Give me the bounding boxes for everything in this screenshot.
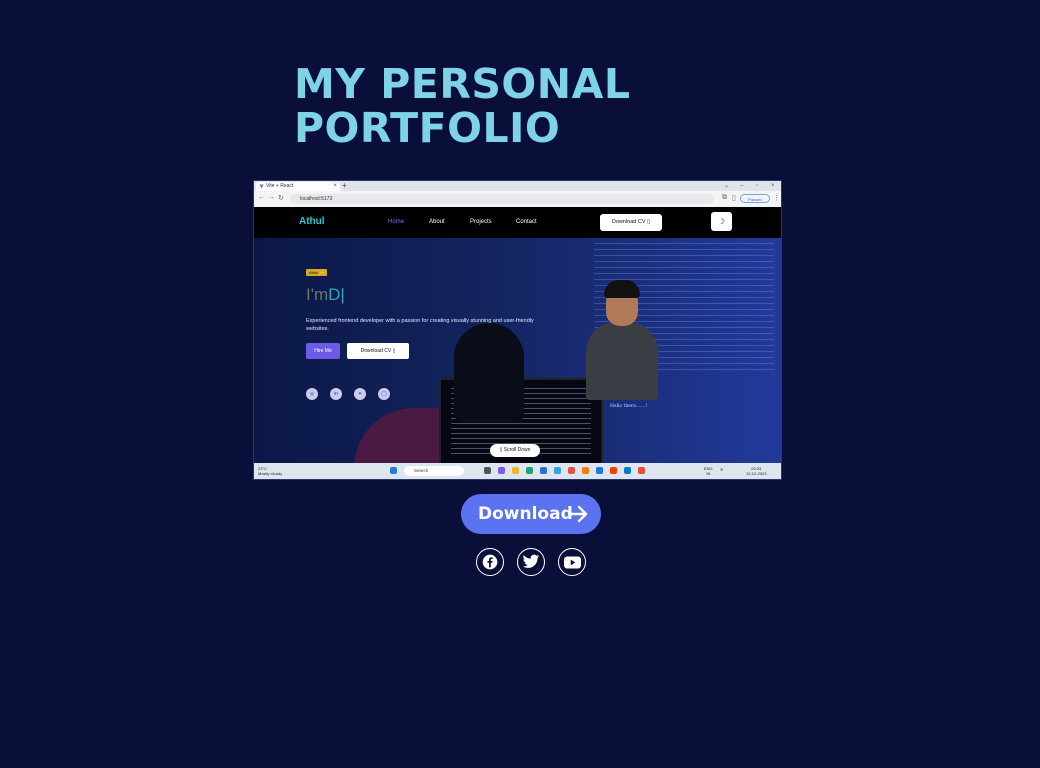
language-indicator: ENG IN [704,466,713,476]
address-url: localhost:5173 [300,196,333,202]
nav-projects: Projects [470,219,492,225]
minimize-icon: – [740,183,744,189]
hire-me-button: Hire Me [306,343,340,359]
chevron-down-icon: ⌄ [724,183,730,189]
weather-widget: 23°C Mostly cloudy [258,466,282,476]
file-explorer-icon [512,467,519,474]
sidebar-icon: ▯ [732,195,736,202]
vscode-icon [624,467,631,474]
browser-toolbar: ← → ↻ localhost:5173 ⧉ ▯ Paused ⋮ [254,191,781,207]
twitter-link[interactable] [517,548,545,576]
forward-icon: → [268,194,275,201]
page-title-line-1: MY PERSONAL [294,60,631,108]
hero-download-cv: Download CV ▯ [347,343,409,359]
nav-home: Home [388,219,405,225]
hero-typing-prefix: I'm [306,285,329,304]
tab-close-icon: × [333,183,337,189]
chrome-icon [638,467,645,474]
hero-typing-text: D| [328,285,345,304]
more-icon: ⋮ [773,195,780,202]
vite-icon [259,184,264,189]
file-icon: ▯ [392,348,396,354]
facebook-icon [482,554,498,570]
scroll-down-label: Scroll Down [503,447,531,453]
address-bar: localhost:5173 [290,194,714,204]
brave-icon [610,467,617,474]
hero-description: Experienced frontend developer with a pa… [306,318,534,332]
nav-download-cv-label: Download CV [611,219,646,225]
teams-icon [498,467,505,474]
task-view-icon [484,467,491,474]
theme-toggle: ☽ [711,212,732,231]
download-button[interactable]: Download [461,494,601,534]
scroll-down-button: ▯ Scroll Down [490,444,540,457]
instagram-icon: ◎ [306,388,318,400]
page-title-line-2: PORTFOLIO [294,104,561,152]
new-tab-icon: + [342,181,347,190]
hero-typing: I'mD| [306,285,345,305]
page-title: MY PERSONAL PORTFOLIO [294,62,630,150]
browser-tab-title: Vite + React [266,183,294,189]
extensions-icon: ⧉ [722,194,727,201]
site-brand: Athul [299,216,325,227]
profile-badge: Paused [740,194,770,203]
window-close-icon: × [771,183,775,189]
download-label: Download [478,504,573,524]
youtube-link[interactable] [558,548,586,576]
hero-download-cv-label: Download CV [360,348,392,354]
back-icon: ← [258,194,265,201]
hero-badge: Athul ✨ [306,269,328,276]
nav-contact: Contact [516,219,537,225]
facebook-app-icon [596,467,603,474]
wifi-icon: ≋ [720,467,724,472]
taskbar: 23°C Mostly cloudy Search ENG IN ≋ 09:33… [254,463,781,479]
nav-download-cv: Download CV ▯ [600,214,662,231]
portfolio-screenshot: Vite + React × + ⌄ – ▫ × ← → ↻ localhost… [254,181,781,479]
clock-date: 12-12-2023 [746,471,767,476]
language-region: IN [706,471,711,476]
firefox-icon [582,467,589,474]
file-icon: ▯ [647,219,651,225]
twitter-icon: ✦ [354,388,366,400]
arrow-right-icon [567,505,588,523]
mouse-icon: ▯ [499,447,503,453]
developer-head [454,323,524,423]
reload-icon: ↻ [278,195,284,202]
store-icon [540,467,547,474]
github-icon: ◯ [378,388,390,400]
maximize-icon: ▫ [756,183,759,189]
site-hero: Athul ✨ I'mD| Experienced frontend devel… [254,238,781,463]
photo-caption: Hello there.......! [610,404,648,409]
facebook-link[interactable] [476,548,504,576]
youtube-icon [563,555,581,569]
taskbar-search: Search [404,466,464,476]
browser-tab: Vite + React × [256,182,340,191]
mail-icon [568,467,575,474]
browser-tab-strip: Vite + React × + ⌄ – ▫ × [254,181,781,191]
linkedin-icon: in [330,388,342,400]
weather-desc: Mostly cloudy [258,471,283,476]
windows-start-icon [390,467,397,474]
nav-about: About [429,219,445,225]
site-navbar: Athul Home About Projects Contact Downlo… [254,207,781,238]
profile-photo [584,278,659,400]
twitter-icon [522,554,540,568]
edge-icon [526,467,533,474]
clock: 09:33 12-12-2023 [746,466,766,476]
app-icon [554,467,561,474]
